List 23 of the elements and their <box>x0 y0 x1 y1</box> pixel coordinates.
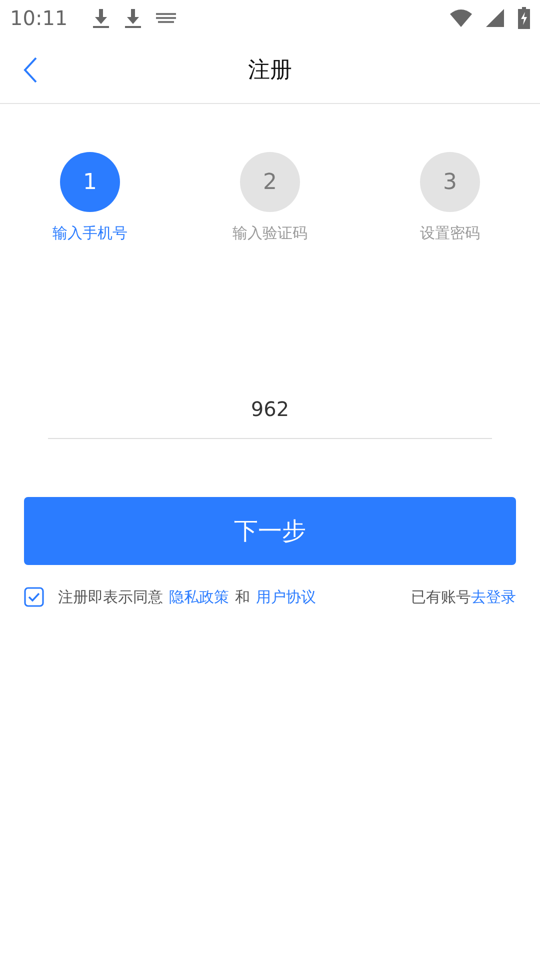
wifi-icon <box>450 9 472 27</box>
step-number: 2 <box>240 152 300 212</box>
page-title: 注册 <box>248 56 292 84</box>
next-button[interactable]: 下一步 <box>24 497 516 565</box>
status-time: 10:11 <box>10 6 68 30</box>
battery-icon <box>518 7 530 29</box>
phone-field[interactable]: 962 <box>48 379 492 439</box>
step-label: 设置密码 <box>420 224 480 243</box>
download-icon <box>92 7 110 29</box>
agreement-text: 注册即表示同意 <box>58 588 163 606</box>
signal-icon <box>486 9 504 27</box>
download-icon <box>124 7 142 29</box>
step-label: 输入手机号 <box>52 224 128 243</box>
step-number: 3 <box>420 152 480 212</box>
step-number: 1 <box>60 152 120 212</box>
login-prompt: 已有账号 <box>411 588 471 606</box>
back-icon[interactable] <box>22 56 38 84</box>
login-link[interactable]: 去登录 <box>471 588 516 606</box>
privacy-link[interactable]: 隐私政策 <box>169 588 229 606</box>
agreement-text: 和 <box>235 588 250 606</box>
terms-link[interactable]: 用户协议 <box>256 588 316 606</box>
step-label: 输入验证码 <box>232 224 308 243</box>
checkbox[interactable] <box>24 587 44 607</box>
